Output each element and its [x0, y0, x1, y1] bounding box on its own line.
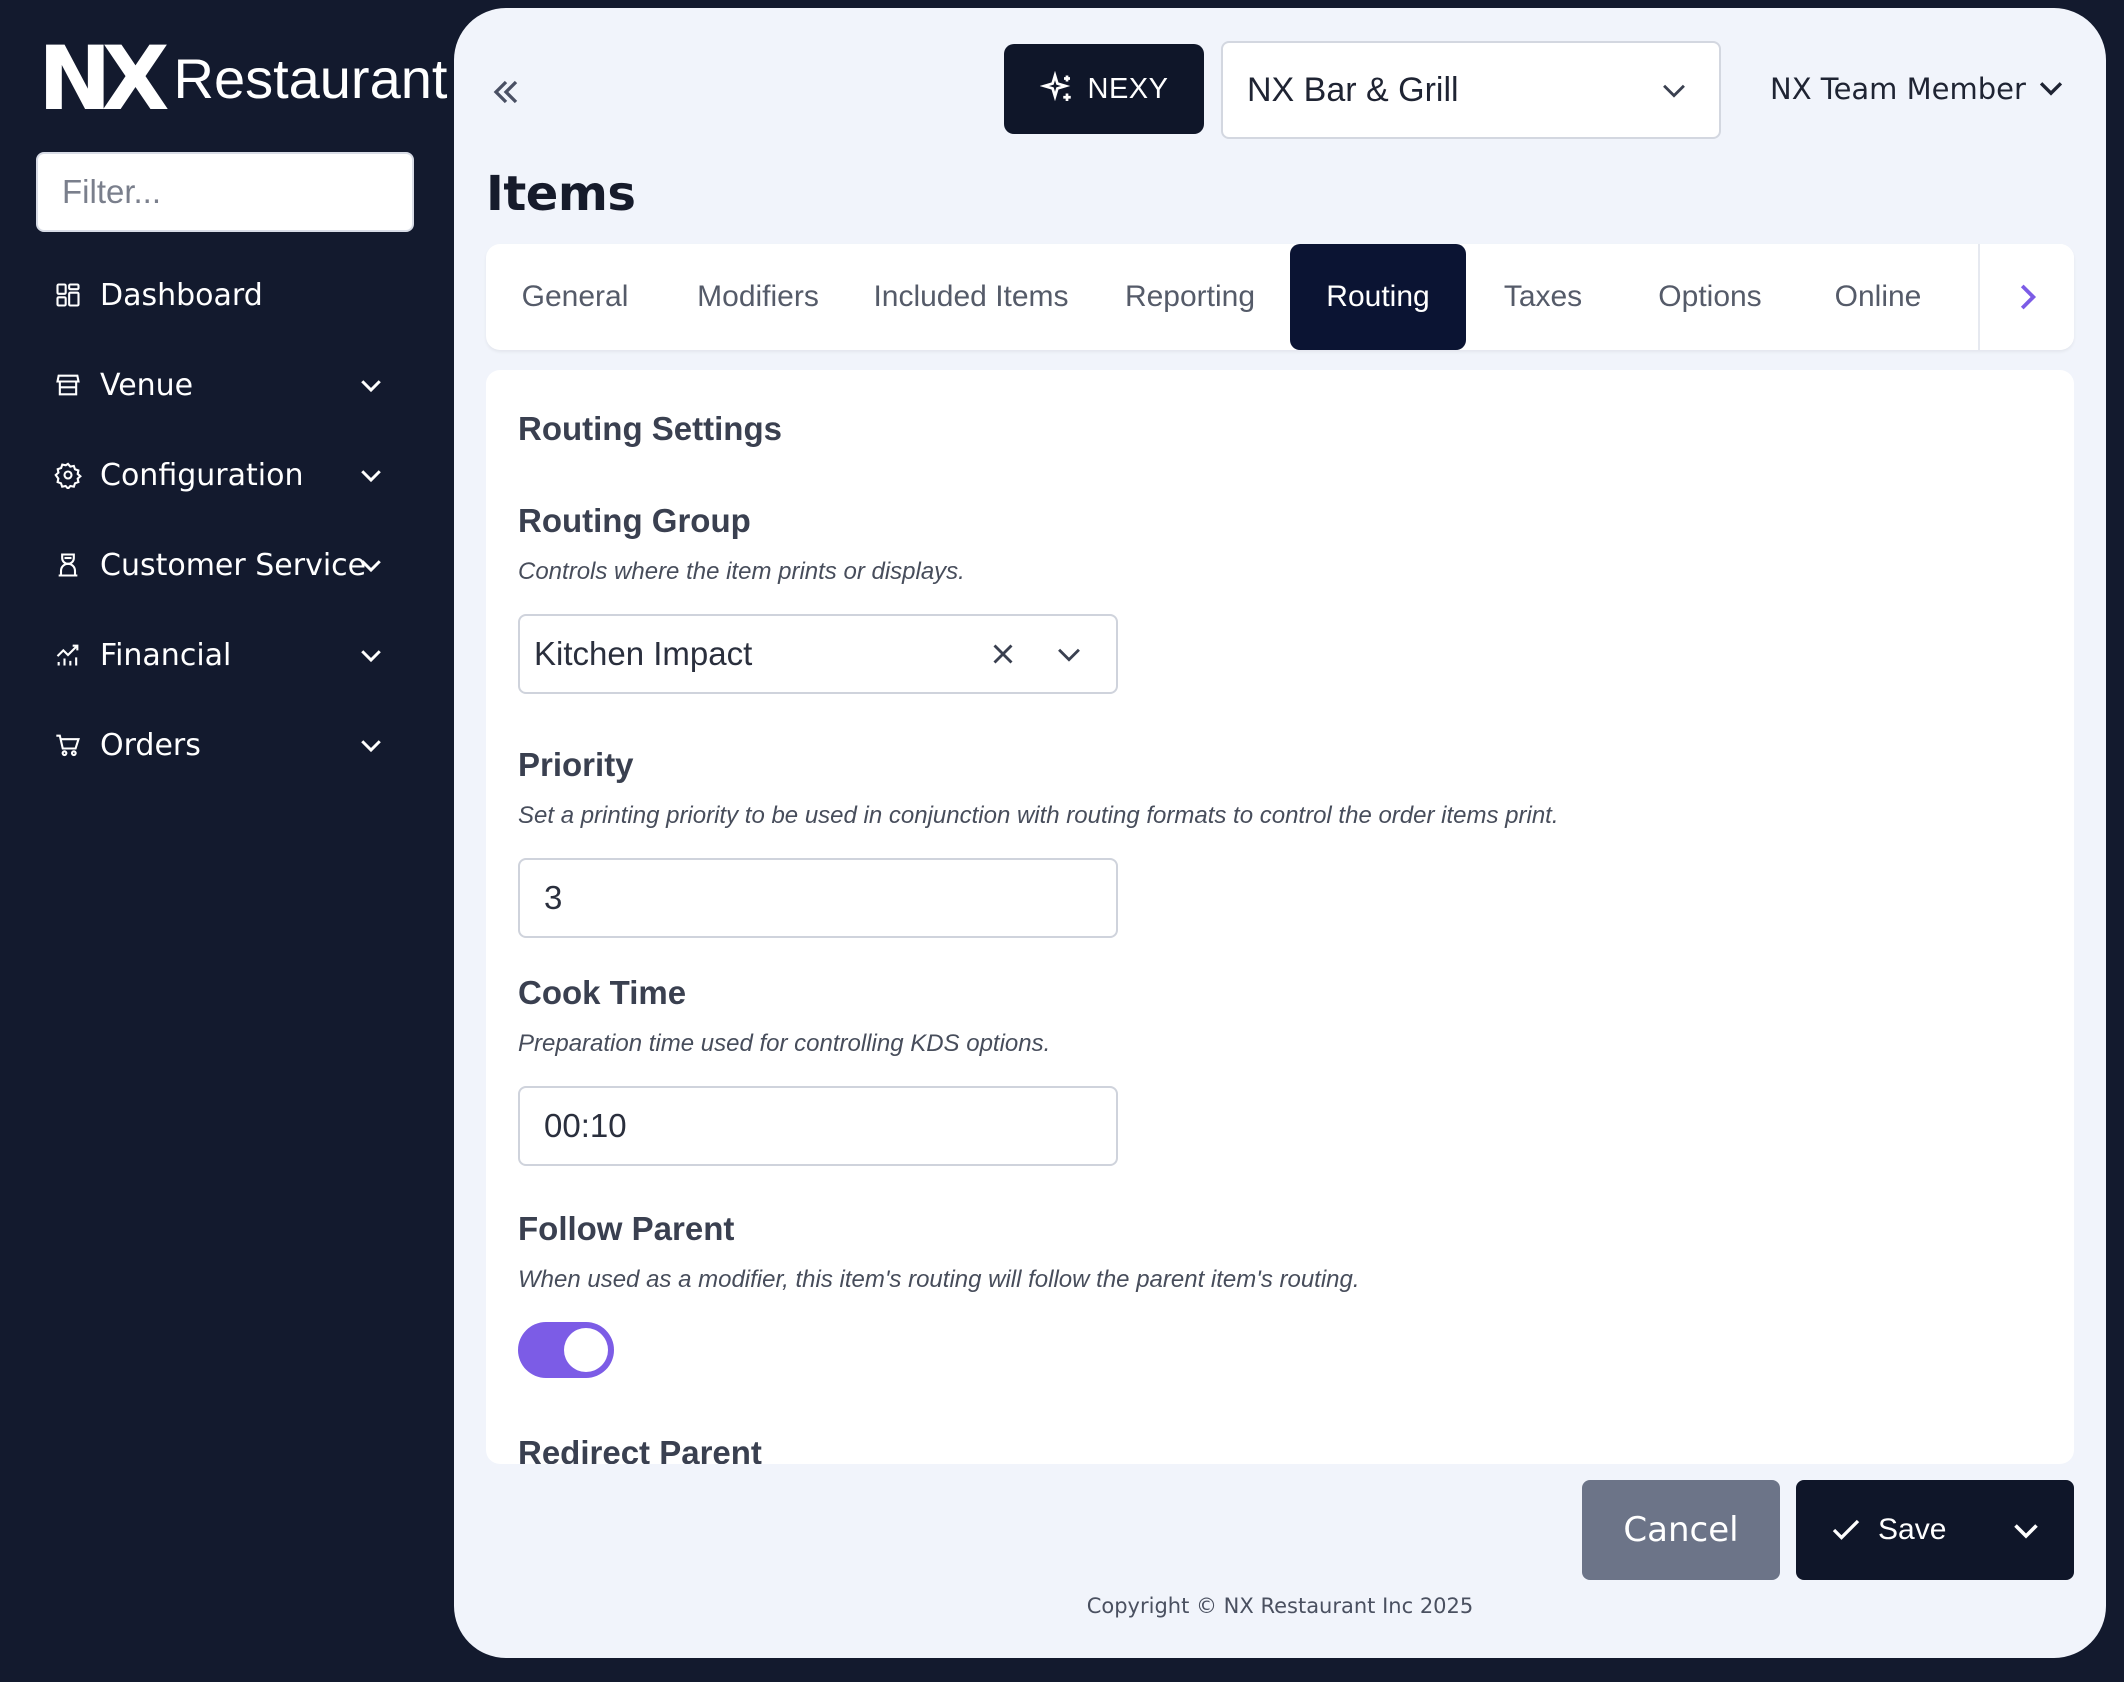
tab-reporting[interactable]: Reporting: [1090, 244, 1290, 350]
tab-options[interactable]: Options: [1620, 244, 1800, 350]
chevron-down-icon: [2034, 72, 2068, 106]
chart-icon: [50, 637, 86, 673]
tab-modifiers[interactable]: Modifiers: [664, 244, 852, 350]
close-icon[interactable]: [986, 637, 1020, 671]
sparkle-icon: [1039, 71, 1071, 102]
cart-icon: [50, 727, 86, 763]
sidebar-item-configuration[interactable]: Configuration: [36, 430, 414, 520]
tab-general[interactable]: General: [486, 244, 664, 350]
follow-parent-label: Follow Parent: [518, 1210, 735, 1247]
sidebar-item-label: Dashboard: [100, 277, 263, 313]
redirect-parent-label: Redirect Parent: [518, 1434, 762, 1464]
cook-time-description: Preparation time used for controlling KD…: [518, 1030, 1051, 1057]
tab-routing[interactable]: Routing: [1290, 244, 1466, 350]
chevron-down-icon[interactable]: [2008, 1512, 2044, 1548]
sidebar: NX Restaurant Dashboard Venue Configurat…: [0, 0, 454, 1682]
sidebar-item-label: Venue: [100, 367, 194, 403]
tab-online[interactable]: Online: [1800, 244, 1956, 350]
cook-time-label: Cook Time: [518, 974, 687, 1011]
gear-icon: [50, 457, 86, 493]
page-title: Items: [486, 166, 636, 222]
collapse-sidebar-icon[interactable]: [486, 72, 526, 112]
chevron-down-icon: [356, 730, 386, 760]
routing-group-select[interactable]: Kitchen Impact: [518, 614, 1118, 694]
follow-parent-description: When used as a modifier, this item's rou…: [518, 1266, 1360, 1293]
sidebar-item-label: Configuration: [100, 457, 304, 493]
priority-description: Set a printing priority to be used in co…: [518, 802, 1559, 829]
section-title: Routing Settings: [518, 410, 782, 447]
sidebar-item-label: Financial: [100, 637, 232, 673]
sidebar-item-label: Orders: [100, 727, 201, 763]
routing-group-description: Controls where the item prints or displa…: [518, 558, 965, 585]
chevron-right-icon: [2020, 284, 2037, 310]
brand-word: Restaurant: [173, 47, 448, 110]
sidebar-nav: Dashboard Venue Configuration Customer S…: [36, 250, 414, 790]
dashboard-icon: [50, 277, 86, 313]
venue-icon: [50, 367, 86, 403]
tabs-scroll-right-button[interactable]: [1978, 244, 2074, 350]
priority-label: Priority: [518, 746, 634, 783]
priority-input[interactable]: [518, 858, 1118, 938]
cancel-button[interactable]: Cancel: [1582, 1480, 1780, 1580]
chevron-down-icon: [356, 370, 386, 400]
sidebar-item-venue[interactable]: Venue: [36, 340, 414, 430]
sidebar-item-orders[interactable]: Orders: [36, 700, 414, 790]
user-name: NX Team Member: [1770, 72, 2026, 106]
chevron-down-icon[interactable]: [1052, 637, 1086, 671]
sidebar-item-dashboard[interactable]: Dashboard: [36, 250, 414, 340]
main-panel: NEXY NX Bar & Grill NX Team Member Items…: [454, 8, 2106, 1658]
chevron-down-icon: [356, 550, 386, 580]
sidebar-filter-input[interactable]: [36, 152, 414, 232]
nexy-button[interactable]: NEXY: [1004, 44, 1204, 134]
tab-taxes[interactable]: Taxes: [1466, 244, 1620, 350]
routing-group-value: Kitchen Impact: [534, 635, 753, 672]
sidebar-item-label: Customer Service: [100, 547, 367, 583]
brand-mark: NX: [38, 27, 169, 130]
toggle-knob: [564, 1328, 608, 1372]
chevron-down-icon: [356, 640, 386, 670]
sidebar-item-financial[interactable]: Financial: [36, 610, 414, 700]
follow-parent-toggle[interactable]: [518, 1322, 614, 1378]
item-tabs: General Modifiers Included Items Reporti…: [486, 244, 2074, 350]
nexy-label: NEXY: [1087, 72, 1169, 105]
brand-logo[interactable]: NX Restaurant: [38, 27, 448, 130]
save-button[interactable]: Save: [1796, 1480, 2074, 1580]
chevron-down-icon: [356, 460, 386, 490]
customer-service-icon: [50, 547, 86, 583]
routing-group-label: Routing Group: [518, 502, 751, 539]
save-label: Save: [1878, 1513, 1947, 1546]
cook-time-input[interactable]: [518, 1086, 1118, 1166]
chevron-down-icon: [1657, 73, 1691, 107]
routing-settings-card: Routing Settings Routing Group Controls …: [486, 370, 2074, 1464]
copyright: Copyright © NX Restaurant Inc 2025: [1086, 1594, 1474, 1618]
check-icon: [1828, 1512, 1864, 1548]
tab-included-items[interactable]: Included Items: [852, 244, 1090, 350]
venue-select-value: NX Bar & Grill: [1247, 70, 1459, 109]
sidebar-item-customer-service[interactable]: Customer Service: [36, 520, 414, 610]
venue-select[interactable]: NX Bar & Grill: [1221, 41, 1721, 139]
user-menu[interactable]: NX Team Member: [1770, 64, 2068, 114]
